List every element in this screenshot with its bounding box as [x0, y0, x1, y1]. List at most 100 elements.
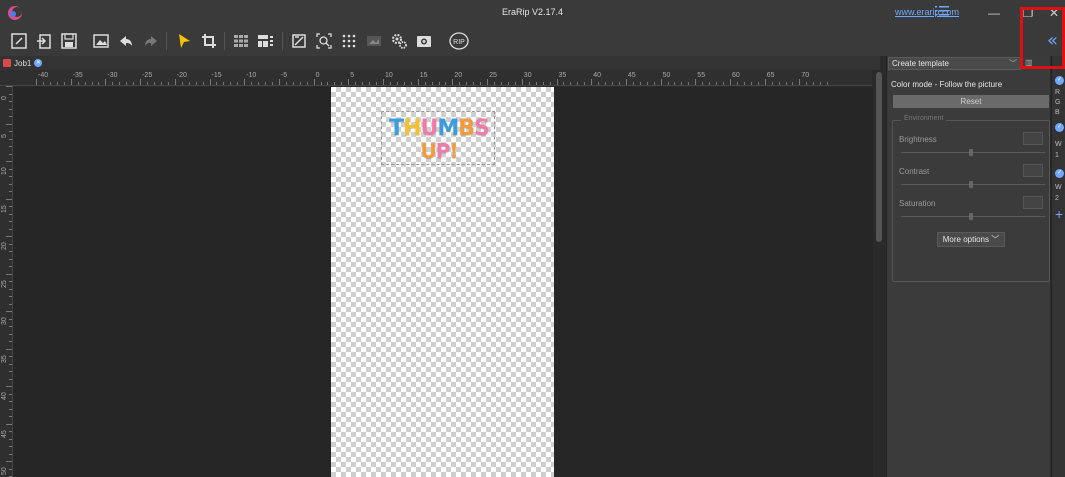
template-side-icon[interactable]: ▥: [1025, 58, 1037, 69]
more-options-button[interactable]: More options ﹀: [937, 232, 1005, 247]
brightness-slider-handle[interactable]: [969, 149, 973, 156]
ruler-tick: [6, 311, 12, 312]
ruler-tick: [369, 82, 371, 85]
crop-icon[interactable]: [198, 30, 220, 52]
ruler-tick: [181, 82, 183, 85]
ruler-tick: [9, 206, 12, 207]
layout-icon[interactable]: [255, 30, 277, 52]
ruler-tick: [9, 446, 12, 447]
ruler-label: 25: [489, 72, 497, 79]
ruler-tick: [9, 168, 12, 170]
contrast-input[interactable]: [1023, 164, 1043, 177]
saturation-slider[interactable]: [901, 216, 1045, 217]
grid-icon[interactable]: [230, 30, 252, 52]
restore-icon[interactable]: ❐: [1018, 4, 1038, 22]
tab-job1[interactable]: Job1 ✕: [3, 57, 43, 69]
ruler-tick: [9, 213, 12, 215]
check-icon[interactable]: ✓: [1055, 123, 1064, 132]
save-icon[interactable]: [58, 30, 80, 52]
ruler-tick: [827, 82, 829, 85]
contrast-slider-handle[interactable]: [969, 181, 973, 188]
ruler-tick: [362, 82, 364, 85]
collapse-panel-icon[interactable]: «: [1040, 30, 1065, 52]
horizontal-ruler: -40 -35 -30 -25 -20 -15 -10 -5 0 5 10 15 20 25 30 35 40 4…: [0, 70, 872, 86]
close-icon[interactable]: ✕: [1044, 4, 1064, 22]
ruler-tick: [792, 82, 794, 85]
artwork-thumbs-up[interactable]: THUMBS UP!: [381, 111, 495, 165]
saturation-slider-handle[interactable]: [969, 213, 973, 220]
ruler-tick: [688, 82, 690, 85]
vertical-ruler: 0 5 10 15 20 25 30 35 40 45 50: [0, 86, 13, 477]
contrast-slider[interactable]: [901, 184, 1045, 185]
ruler-tick: [84, 82, 86, 85]
brightness-slider[interactable]: [901, 152, 1045, 153]
template-select[interactable]: Create template ﹀: [888, 57, 1021, 70]
ruler-tick: [424, 82, 426, 85]
strip-w1: W: [1055, 141, 1062, 148]
ruler-tick: [334, 82, 336, 85]
toolbar: RIP: [0, 26, 1065, 56]
add-icon[interactable]: +: [1055, 206, 1063, 222]
transform-icon[interactable]: [288, 30, 310, 52]
ruler-tick: [9, 378, 12, 380]
brightness-input[interactable]: [1023, 132, 1043, 145]
saturation-input[interactable]: [1023, 196, 1043, 209]
menu-icon[interactable]: [932, 4, 952, 22]
ruler-tick: [6, 86, 12, 87]
reset-button[interactable]: Reset: [893, 95, 1049, 108]
ruler-tick: [188, 82, 190, 85]
print-page[interactable]: THUMBS UP!: [331, 87, 554, 477]
ruler-tick: [632, 82, 634, 85]
ruler-tick: [563, 82, 565, 85]
ruler-label: 5: [350, 72, 355, 79]
ruler-tick: [9, 341, 12, 342]
minimize-icon[interactable]: —: [984, 4, 1004, 22]
settings-icon[interactable]: [388, 30, 410, 52]
redo-icon[interactable]: [140, 30, 162, 52]
import-icon[interactable]: [33, 30, 55, 52]
ruler-tick: [709, 82, 711, 85]
new-icon[interactable]: [8, 30, 30, 52]
array-icon[interactable]: [338, 30, 360, 52]
ruler-label: 60: [732, 72, 740, 79]
ruler-tick: [612, 82, 614, 85]
ruler-tick: [9, 281, 12, 282]
undo-icon[interactable]: [115, 30, 137, 52]
ruler-tick: [9, 266, 12, 267]
select-icon[interactable]: [173, 30, 195, 52]
ruler-tick: [36, 79, 37, 85]
ruler-tick: [9, 288, 12, 290]
ruler-tick: [9, 401, 12, 402]
ruler-tick: [56, 82, 58, 85]
scrollbar-thumb[interactable]: [876, 72, 882, 242]
ruler-tick: [202, 82, 204, 85]
ruler-tick: [105, 79, 107, 85]
zoom-icon[interactable]: [313, 30, 335, 52]
ruler-label: 65: [766, 72, 775, 79]
mask-icon[interactable]: [363, 30, 385, 52]
ruler-tick: [487, 79, 489, 85]
ruler-tick: [570, 82, 572, 85]
ruler-tick: [9, 303, 12, 305]
color-mode-label: Color mode - Follow the picture: [891, 80, 1003, 89]
camera-icon[interactable]: [413, 30, 435, 52]
check-icon[interactable]: ✓: [1055, 76, 1064, 85]
ruler-tick: [667, 82, 669, 85]
canvas-area[interactable]: THUMBS UP!: [13, 87, 873, 477]
tab-close-icon[interactable]: ✕: [34, 59, 43, 67]
ruler-label: 25: [1, 279, 8, 288]
ruler-label: -10: [246, 72, 257, 79]
ruler-tick: [112, 82, 114, 85]
canvas-scrollbar[interactable]: [873, 70, 885, 477]
check-icon[interactable]: ✓: [1055, 169, 1064, 178]
ruler-tick: [244, 79, 246, 85]
image-icon[interactable]: [90, 30, 112, 52]
ruler-tick: [251, 82, 253, 85]
ruler-label: -15: [211, 72, 222, 79]
rip-icon[interactable]: RIP: [448, 30, 470, 52]
ruler-tick: [500, 82, 502, 85]
properties-panel: Create template ﹀ ▥ Color mode - Follow …: [886, 56, 1050, 477]
title-bar: EraRip V2.17.4 www.erarip.com — ❐ ✕: [0, 0, 1065, 26]
ruler-tick: [556, 79, 558, 85]
ruler-tick: [9, 221, 12, 222]
